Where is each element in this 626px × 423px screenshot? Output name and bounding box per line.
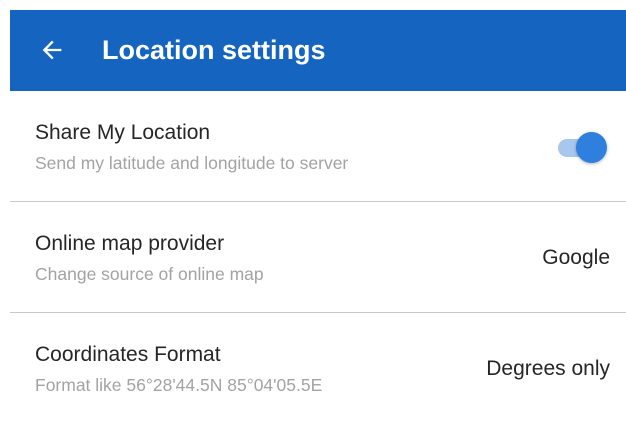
- app-bar: Location settings: [10, 10, 626, 91]
- setting-title: Online map provider: [35, 232, 225, 255]
- arrow-left-icon: [42, 40, 62, 60]
- setting-summary: Format like 56°28'44.5N 85°04'05.5E: [35, 375, 323, 395]
- setting-value: Degrees only: [486, 357, 610, 380]
- share-location-toggle[interactable]: [556, 130, 610, 164]
- page-title: Location settings: [102, 35, 326, 65]
- setting-value: Google: [542, 246, 610, 269]
- screen: Location settings Share My Location Send…: [0, 0, 626, 423]
- settings-list: Share My Location Send my latitude and l…: [10, 91, 626, 423]
- setting-title: Share My Location: [35, 121, 211, 144]
- setting-coordinates-format[interactable]: Coordinates Format Format like 56°28'44.…: [10, 313, 626, 423]
- setting-summary: Change source of online map: [35, 264, 264, 284]
- toggle-thumb: [576, 132, 607, 163]
- setting-share-my-location[interactable]: Share My Location Send my latitude and l…: [10, 91, 626, 202]
- back-button[interactable]: [34, 32, 70, 68]
- setting-summary: Send my latitude and longitude to server: [35, 153, 349, 173]
- setting-title: Coordinates Format: [35, 343, 221, 366]
- setting-online-map-provider[interactable]: Online map provider Change source of onl…: [10, 202, 626, 313]
